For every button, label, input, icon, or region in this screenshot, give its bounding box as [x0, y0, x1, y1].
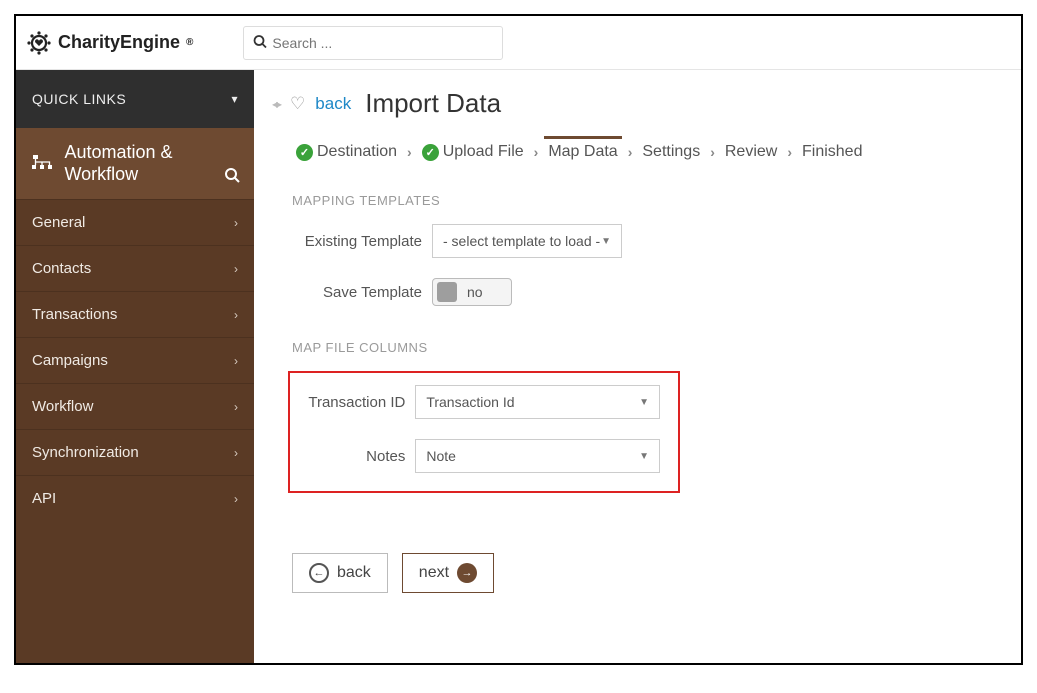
sidebar-section-title: Automation & Workflow [64, 142, 240, 185]
toggle-knob [437, 282, 457, 302]
step-label: Map Data [548, 143, 617, 161]
existing-template-label: Existing Template [292, 233, 422, 250]
step-finished[interactable]: Finished [798, 139, 866, 165]
toggle-value: no [467, 284, 483, 300]
save-template-label: Save Template [292, 284, 422, 301]
search-input[interactable] [243, 26, 503, 60]
chevron-right-icon: › [407, 144, 412, 160]
chevron-right-icon: › [234, 400, 238, 414]
quick-links-toggle[interactable]: QUICK LINKS ▾ [16, 70, 254, 128]
step-destination[interactable]: ✓Destination [292, 139, 401, 165]
gear-heart-icon [26, 30, 52, 56]
step-upload-file[interactable]: ✓Upload File [418, 139, 528, 165]
step-label: Destination [317, 143, 397, 161]
step-label: Settings [642, 143, 700, 161]
chevron-down-icon: ▼ [639, 451, 649, 462]
select-value: Note [426, 448, 456, 464]
sidebar-item-api[interactable]: API › [16, 475, 254, 521]
sidebar-item-label: Transactions [32, 306, 117, 323]
step-label: Upload File [443, 143, 524, 161]
save-template-toggle[interactable]: no [432, 278, 512, 306]
chevron-right-icon: › [234, 216, 238, 230]
chevron-down-icon: ▾ [231, 92, 238, 106]
brand-logo: CharityEngine® [26, 30, 193, 56]
chevron-right-icon: › [534, 144, 539, 160]
sidebar-item-general[interactable]: General › [16, 199, 254, 245]
magnify-icon[interactable] [224, 167, 240, 187]
next-button[interactable]: next → [402, 553, 494, 593]
sidebar-item-label: Contacts [32, 260, 91, 277]
section-map-columns: MAP FILE COLUMNS [292, 340, 997, 355]
back-button[interactable]: ← back [292, 553, 388, 593]
chevron-down-icon: ▼ [601, 236, 611, 247]
sidebar-item-campaigns[interactable]: Campaigns › [16, 337, 254, 383]
chevron-right-icon: › [234, 308, 238, 322]
back-link[interactable]: back [315, 94, 351, 114]
chevron-right-icon: › [234, 492, 238, 506]
chevron-right-icon: › [234, 262, 238, 276]
arrow-left-icon: ← [309, 563, 329, 583]
column-select-notes[interactable]: Note ▼ [415, 439, 660, 473]
wizard-stepper: ✓Destination › ✓Upload File › Map Data ›… [292, 139, 997, 165]
section-mapping-templates: MAPPING TEMPLATES [292, 193, 997, 208]
resize-handle-icon[interactable]: ◂▸ [272, 97, 280, 111]
page-title: Import Data [365, 88, 501, 119]
step-label: Finished [802, 143, 862, 161]
check-icon: ✓ [296, 144, 313, 161]
column-label-notes: Notes [294, 448, 405, 465]
step-settings[interactable]: Settings [638, 139, 704, 165]
sidebar-item-workflow[interactable]: Workflow › [16, 383, 254, 429]
workflow-icon [30, 151, 54, 176]
sidebar-item-contacts[interactable]: Contacts › [16, 245, 254, 291]
sidebar-item-synchronization[interactable]: Synchronization › [16, 429, 254, 475]
button-label: back [337, 564, 371, 582]
column-label-transaction-id: Transaction ID [294, 394, 405, 411]
column-select-transaction-id[interactable]: Transaction Id ▼ [415, 385, 660, 419]
chevron-right-icon: › [628, 144, 633, 160]
step-review[interactable]: Review [721, 139, 781, 165]
chevron-right-icon: › [234, 354, 238, 368]
chevron-right-icon: › [234, 446, 238, 460]
chevron-right-icon: › [787, 144, 792, 160]
brand-name: CharityEngine [58, 32, 180, 53]
step-map-data[interactable]: Map Data [544, 136, 621, 165]
sidebar-item-label: Campaigns [32, 352, 108, 369]
quick-links-label: QUICK LINKS [32, 91, 126, 107]
heart-icon[interactable]: ♡ [290, 94, 305, 114]
sidebar-item-transactions[interactable]: Transactions › [16, 291, 254, 337]
check-icon: ✓ [422, 144, 439, 161]
arrow-right-icon: → [457, 563, 477, 583]
chevron-down-icon: ▼ [639, 397, 649, 408]
sidebar-item-label: Synchronization [32, 444, 139, 461]
existing-template-select[interactable]: - select template to load - ▼ [432, 224, 622, 258]
sidebar-section-header[interactable]: Automation & Workflow [16, 128, 254, 199]
search-icon [253, 34, 267, 51]
select-value: - select template to load - [443, 233, 600, 249]
sidebar-item-label: General [32, 214, 85, 231]
map-columns-highlight: Transaction ID Transaction Id ▼ Notes No… [288, 371, 680, 493]
select-value: Transaction Id [426, 394, 514, 410]
sidebar-item-label: Workflow [32, 398, 93, 415]
sidebar-item-label: API [32, 490, 56, 507]
step-label: Review [725, 143, 777, 161]
chevron-right-icon: › [710, 144, 715, 160]
button-label: next [419, 564, 449, 582]
sidebar-nav: General › Contacts › Transactions › Campaig… [16, 199, 254, 521]
